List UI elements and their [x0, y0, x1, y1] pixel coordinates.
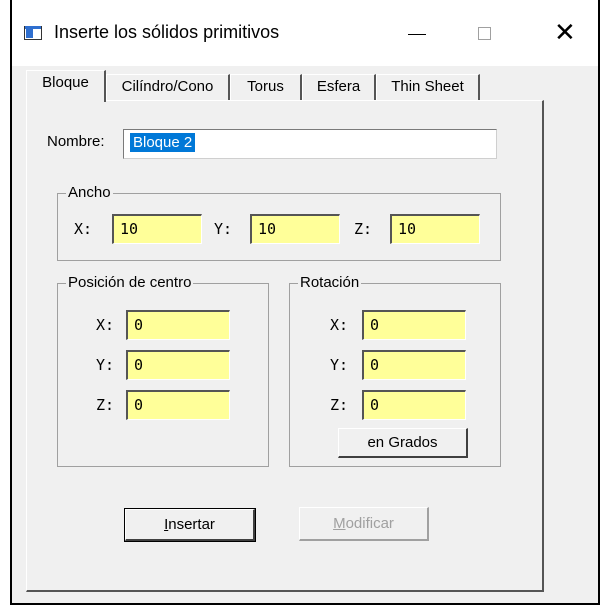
- window-title: Inserte los sólidos primitivos: [54, 22, 280, 42]
- rotacion-z-label: Z:: [330, 396, 349, 414]
- tab-bloque[interactable]: Bloque: [26, 70, 106, 102]
- ancho-group-title: Ancho: [66, 184, 113, 202]
- posicion-z-label: Z:: [96, 396, 115, 414]
- maximize-icon: [478, 27, 491, 40]
- tab-esfera[interactable]: Esfera: [302, 74, 376, 100]
- minimize-button[interactable]: [390, 14, 442, 54]
- dialog-window: Inserte los sólidos primitivos ✕ Bloque …: [10, 0, 600, 605]
- modify-button[interactable]: Modificar: [299, 507, 429, 541]
- maximize-button[interactable]: [458, 14, 510, 54]
- name-field-value: Bloque 2: [130, 133, 196, 152]
- ancho-z-field[interactable]: 10: [390, 214, 480, 244]
- posicion-group: Posición de centro X: 0 Y: 0 Z: 0: [57, 274, 269, 467]
- close-icon: ✕: [554, 18, 576, 48]
- modify-accelerator: M: [333, 515, 346, 532]
- ancho-group: Ancho X: 10 Y: 10 Z: 10: [57, 184, 501, 261]
- ancho-y-field[interactable]: 10: [250, 214, 340, 244]
- minimize-icon: [408, 34, 426, 35]
- rotacion-x-label: X:: [330, 316, 349, 334]
- modify-label: odificar: [345, 515, 394, 532]
- insert-label: nsertar: [168, 516, 215, 533]
- posicion-group-title: Posición de centro: [66, 274, 194, 292]
- title-bar: Inserte los sólidos primitivos ✕: [12, 0, 598, 66]
- name-field[interactable]: Bloque 2: [123, 129, 497, 159]
- rotacion-x-field[interactable]: 0: [362, 310, 466, 340]
- posicion-y-field[interactable]: 0: [126, 350, 230, 380]
- rotacion-group: Rotación X: 0 Y: 0 Z: 0 en Grados: [289, 274, 501, 467]
- posicion-x-label: X:: [96, 316, 115, 334]
- posicion-x-field[interactable]: 0: [126, 310, 230, 340]
- insert-button[interactable]: Insertar: [124, 508, 256, 542]
- close-button[interactable]: ✕: [540, 14, 592, 54]
- rotacion-y-label: Y:: [330, 356, 349, 374]
- tab-panel-bloque: Nombre: Bloque 2 Ancho X: 10 Y: 10 Z: 10…: [26, 100, 544, 592]
- ancho-x-field[interactable]: 10: [112, 214, 202, 244]
- tab-cilindro-cono[interactable]: Cilíndro/Cono: [106, 74, 230, 100]
- tab-thin-sheet[interactable]: Thin Sheet: [376, 74, 480, 100]
- rotacion-y-field[interactable]: 0: [362, 350, 466, 380]
- rotacion-group-title: Rotación: [298, 274, 362, 292]
- ancho-y-label: Y:: [214, 220, 233, 238]
- rotacion-z-field[interactable]: 0: [362, 390, 466, 420]
- posicion-z-field[interactable]: 0: [126, 390, 230, 420]
- ancho-z-label: Z:: [354, 220, 373, 238]
- tab-torus[interactable]: Torus: [230, 74, 302, 100]
- posicion-y-label: Y:: [96, 356, 115, 374]
- name-label: Nombre:: [47, 133, 105, 150]
- ancho-x-label: X:: [74, 220, 93, 238]
- app-icon: [24, 26, 42, 40]
- en-grados-button[interactable]: en Grados: [338, 428, 468, 458]
